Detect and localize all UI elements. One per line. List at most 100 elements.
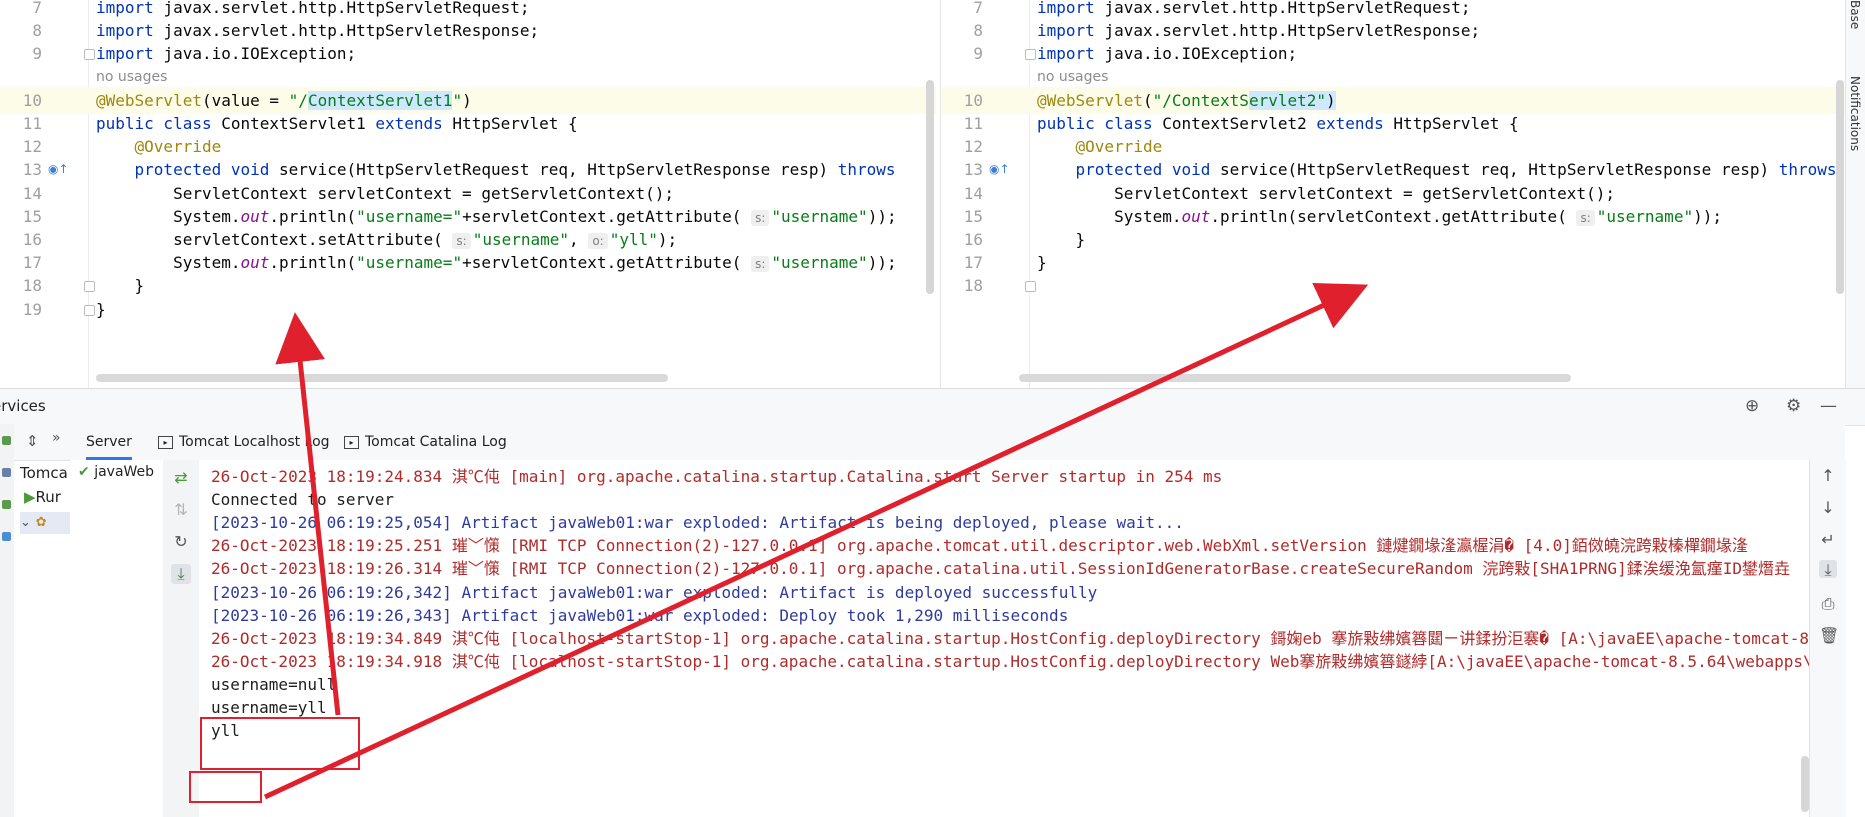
editor-right-vertical-scrollbar[interactable] — [1836, 80, 1844, 294]
fold-marker-icon[interactable] — [84, 49, 95, 61]
code-token: public class — [1037, 114, 1163, 133]
deploy-icon[interactable] — [2, 532, 11, 541]
code-token: +servletContext.getAttribute( — [462, 253, 752, 273]
artifact-icon: ✿ — [35, 515, 47, 530]
code-token: s: — [751, 256, 770, 273]
arrow-up-icon[interactable]: ↑ — [1819, 466, 1837, 485]
tab-server[interactable]: Server — [86, 424, 132, 460]
code-token: @WebServlet — [1037, 90, 1143, 110]
tree-item-selected[interactable]: ⌄ ✿ — [20, 512, 70, 534]
services-left-toolbar — [0, 424, 15, 817]
code-token: throws — [837, 160, 896, 180]
code-token: .println( — [269, 253, 357, 273]
collapse-icon[interactable]: ⇕ — [26, 432, 39, 450]
editor-right-horizontal-scrollbar[interactable] — [1019, 374, 1571, 382]
code-token: )); — [867, 253, 897, 273]
deployment-panel: ✔ javaWeb — [70, 460, 171, 817]
services-header: ervices ⊕ ⚙ — — [0, 388, 1865, 426]
code-token: extends — [375, 114, 453, 133]
console-output[interactable]: 26-Oct-2023 18:19:24.834 淇℃伅 [main] org.… — [199, 460, 1809, 817]
code-token: import — [96, 0, 164, 17]
deployment-item[interactable]: ✔ javaWeb — [78, 464, 154, 480]
code-token: ServletContext servletContext = getServl… — [96, 183, 674, 203]
editor-right-contextservlet2[interactable]: 7 import javax.servlet.http.HttpServletRe… — [940, 0, 1846, 388]
gear-icon[interactable]: ⚙ — [1786, 396, 1801, 416]
code-line[interactable]: 18 — [941, 272, 1846, 299]
soft-wrap-icon[interactable]: ↵ — [1819, 530, 1837, 549]
code-token: } — [1037, 253, 1047, 273]
minimize-icon[interactable]: — — [1820, 396, 1837, 416]
code-token: .println(servletContext.getAttribute( — [1210, 206, 1577, 226]
run-icon[interactable] — [2, 436, 11, 445]
tab-tomcat-catalina-log[interactable]: ▸ Tomcat Catalina Log — [344, 424, 507, 460]
code-token: ContextServlet1 — [221, 114, 376, 133]
tab-tomcat-localhost-log-label: Tomcat Localhost Log — [179, 434, 330, 450]
editor-left-horizontal-scrollbar[interactable] — [96, 374, 668, 382]
arrow-down-icon[interactable]: ↓ — [1819, 498, 1837, 517]
fold-marker-icon[interactable] — [1025, 281, 1036, 293]
code-token: import — [96, 21, 164, 41]
services-tree: ⇕ » Tomca ▶Rur ⌄ ✿ — [14, 424, 71, 817]
debug-icon[interactable] — [2, 468, 11, 477]
code-token: import — [96, 44, 164, 64]
code-token: System. — [1037, 206, 1182, 226]
code-token: )); — [1693, 206, 1722, 226]
code-token: servletContext.setAttribute( — [96, 230, 453, 249]
code-token: } — [96, 276, 145, 296]
code-token: ); — [657, 230, 678, 249]
code-token: , — [569, 230, 589, 249]
editor-left-vertical-scrollbar[interactable] — [926, 80, 934, 294]
print-icon[interactable]: ⎙ — [1819, 594, 1837, 613]
code-token: javax.servlet.http.HttpServletResponse; — [1104, 21, 1481, 41]
log-file-icon: ▸ — [344, 435, 359, 449]
deploy-all-icon[interactable]: ⇄ — [171, 468, 191, 488]
code-token: "username=" — [356, 253, 463, 273]
code-token: service(HttpServletRequest req, HttpServ… — [279, 160, 838, 180]
code-token: "/ — [288, 90, 308, 110]
chevron-down-icon: ⌄ — [20, 515, 31, 530]
console-toolbar: ↑ ↓ ↵ ⤓ ⎙ 🗑 — [1809, 460, 1846, 817]
editor-left-contextservlet1[interactable]: 7 import javax.servlet.http.HttpServletRe… — [0, 0, 936, 388]
code-token: ServletContext servletContext = getServl… — [1037, 183, 1615, 203]
scroll-to-end-icon[interactable]: ⤓ — [1819, 560, 1837, 579]
code-token: (value = — [201, 90, 289, 110]
console-scrollbar[interactable] — [1801, 756, 1809, 812]
code-token: import — [1037, 21, 1105, 41]
console-line: 26-Oct-2023 18:19:34.918 淇℃伅 [localhost-… — [211, 651, 1809, 671]
code-token: System. — [96, 253, 241, 273]
deploy-artifact-icon[interactable]: ⤓ — [171, 564, 191, 584]
code-line[interactable]: 19} — [0, 296, 936, 323]
fold-marker-icon[interactable] — [84, 281, 95, 293]
code-token: protected void — [1075, 160, 1221, 180]
tab-tomcat-localhost-log[interactable]: ▸ Tomcat Localhost Log — [158, 424, 330, 460]
restart-icon[interactable] — [2, 500, 11, 509]
fold-marker-icon[interactable] — [84, 304, 95, 316]
tree-item-running[interactable]: ▶Rur — [24, 488, 61, 506]
code-token: "yll" — [609, 230, 658, 249]
fold-marker-icon[interactable] — [1025, 49, 1036, 61]
undeploy-icon[interactable]: ⇅ — [171, 500, 191, 520]
refresh-icon[interactable]: ↻ — [171, 532, 191, 552]
code-token: "username" — [472, 230, 570, 249]
code-token: "username=" — [356, 206, 463, 226]
code-token: } — [96, 299, 106, 319]
code-token: ContextServlet2 — [1162, 114, 1317, 133]
code-token: "username" — [771, 206, 868, 226]
code-text: } — [96, 296, 106, 323]
trash-icon[interactable]: 🗑 — [1819, 626, 1839, 645]
notifications-tool-label[interactable]: Notifications — [1848, 76, 1862, 151]
code-token: ervlet2" — [1248, 90, 1326, 110]
database-tool-label[interactable]: Base — [1848, 0, 1862, 29]
tree-item-tomcat[interactable]: Tomca — [20, 464, 68, 482]
tree-toolbar: ⇕ » — [14, 424, 70, 461]
code-token: ( — [1142, 90, 1153, 110]
code-token: service(HttpServletRequest req, HttpServ… — [1220, 160, 1779, 180]
more-icon[interactable]: » — [52, 430, 61, 446]
log-tabs: Server ▸ Tomcat Localhost Log ▸ Tomcat Cat… — [70, 424, 1845, 461]
crosshair-icon[interactable]: ⊕ — [1745, 396, 1759, 416]
code-token: HttpServlet { — [452, 114, 578, 133]
tab-tomcat-catalina-log-label: Tomcat Catalina Log — [365, 434, 507, 450]
code-token: import — [1037, 0, 1105, 17]
